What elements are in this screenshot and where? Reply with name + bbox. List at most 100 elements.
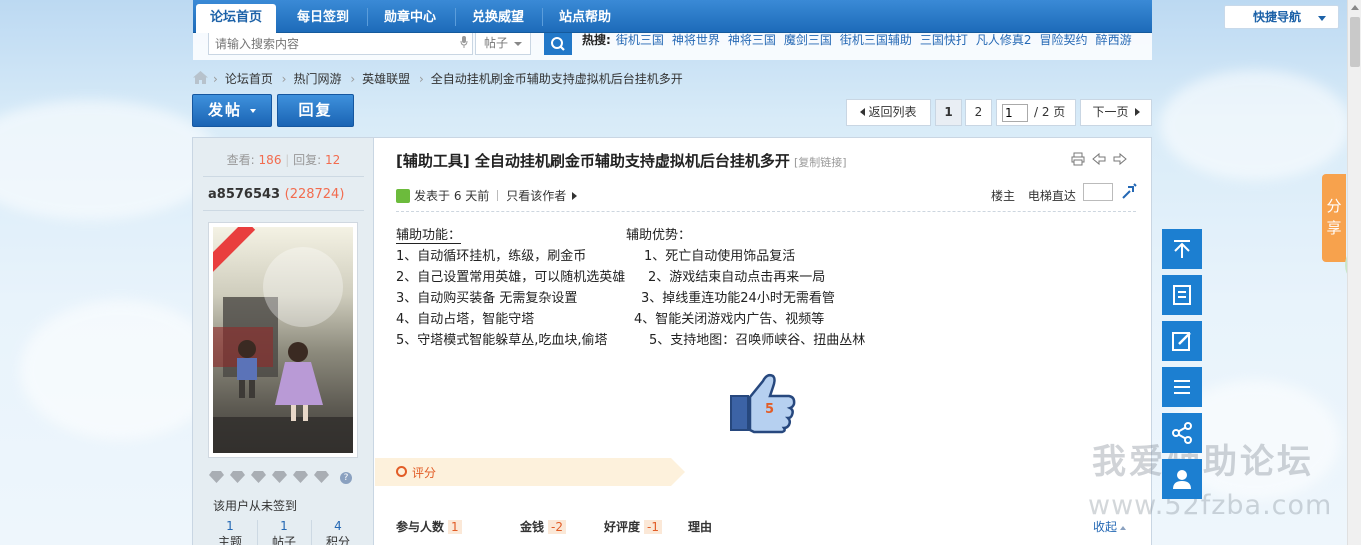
page-jump-input[interactable] xyxy=(1002,104,1028,122)
count-posts[interactable]: 1 帖子 xyxy=(257,518,311,545)
hot-word[interactable]: 神将三国 xyxy=(728,33,776,47)
print-icon[interactable] xyxy=(1071,152,1085,166)
help-icon[interactable]: ? xyxy=(340,472,352,484)
breadcrumb-current[interactable]: 全自动挂机刷金币辅助支持虚拟机后台挂机多开 xyxy=(431,72,683,86)
reply-button[interactable]: 回复 xyxy=(277,94,354,127)
back-to-top-button[interactable] xyxy=(1162,229,1202,269)
author-username[interactable]: a8576543 xyxy=(208,187,280,202)
scrollbar-thumb[interactable] xyxy=(1350,17,1360,67)
like-button[interactable]: 5 xyxy=(729,372,797,434)
scrollbar[interactable] xyxy=(1347,0,1361,545)
rating-participants-label: 参与人数 xyxy=(396,520,445,534)
rating-money-value: -2 xyxy=(548,520,566,534)
hot-word[interactable]: 三国快打 xyxy=(920,33,968,47)
search-input[interactable] xyxy=(208,33,473,55)
post-time: 发表于 6 天前 xyxy=(414,189,490,203)
hot-word[interactable]: 凡人修真2 xyxy=(976,33,1032,47)
count-posts-value: 1 xyxy=(280,519,288,533)
breadcrumb-hot-games[interactable]: 热门网游 xyxy=(293,72,341,86)
diamond-icon xyxy=(314,471,329,483)
chevron-down-icon xyxy=(1318,16,1326,21)
sidebar-divider xyxy=(203,176,364,177)
share-tab[interactable]: 分享 xyxy=(1322,174,1346,262)
author-sidebar: 查看: 186 | 回复: 12 a8576543 (228724) ? 该用户… xyxy=(193,138,374,545)
stats-divider: | xyxy=(285,153,290,167)
elevator-label: 电梯直达 xyxy=(1027,189,1076,203)
count-threads[interactable]: 1 主题 xyxy=(203,518,257,545)
count-points-label: 积分 xyxy=(325,535,350,545)
background-cloud xyxy=(1160,70,1350,180)
list-float-button[interactable] xyxy=(1162,367,1202,407)
avatar-image xyxy=(213,227,353,453)
meta-divider xyxy=(497,190,499,201)
hot-label: 热搜: xyxy=(582,33,611,47)
copy-link[interactable]: [复制链接] xyxy=(794,156,847,169)
hot-word[interactable]: 神将世界 xyxy=(672,33,720,47)
body-right-text: 4、智能关闭游戏内广告、视频等 xyxy=(634,312,825,327)
floor-nav: 楼主 电梯直达 xyxy=(991,183,1137,204)
search-type-select[interactable]: 帖子 xyxy=(475,33,531,55)
breadcrumb-separator: › xyxy=(281,72,287,86)
reply-label: 回复 xyxy=(298,101,333,119)
floor-jump-input[interactable] xyxy=(1083,183,1113,201)
diamond-icon xyxy=(251,471,266,483)
nav-divider xyxy=(542,8,543,26)
search-button[interactable] xyxy=(544,33,572,55)
signin-status: 该用户从未签到 xyxy=(213,499,298,513)
floor-label: 楼主 xyxy=(991,189,1016,203)
tab-daily-signin[interactable]: 每日签到 xyxy=(283,4,363,33)
hot-word[interactable]: 冒险契约 xyxy=(1040,33,1088,47)
hot-word[interactable]: 街机三国辅助 xyxy=(840,33,912,47)
rating-favor: 好评度 -1 xyxy=(604,518,662,535)
breadcrumb-forum-home[interactable]: 论坛首页 xyxy=(225,72,273,86)
scroll-up-arrow[interactable] xyxy=(1351,5,1359,10)
next-thread-icon[interactable] xyxy=(1113,152,1127,166)
share-float-button[interactable] xyxy=(1162,413,1202,453)
replies-label: 回复: xyxy=(293,153,322,167)
hot-word[interactable]: 魔剑三国 xyxy=(784,33,832,47)
rating-money-label: 金钱 xyxy=(520,520,545,534)
hot-word[interactable]: 街机三国 xyxy=(616,33,664,47)
user-float-button[interactable] xyxy=(1162,459,1202,499)
post-tools xyxy=(1071,152,1129,166)
page-1-button[interactable]: 1 xyxy=(935,99,962,126)
background-cloud xyxy=(20,300,220,440)
top-nav-bar: 论坛首页 每日签到 勋章中心 兑换威望 站点帮助 快捷导航 xyxy=(193,0,1339,33)
rating-favor-label: 好评度 xyxy=(604,520,641,534)
nav-divider xyxy=(455,8,456,26)
microphone-icon[interactable] xyxy=(460,36,468,48)
home-icon[interactable] xyxy=(193,71,208,84)
share-tab-label: 分享 xyxy=(1326,197,1342,237)
edit-float-button[interactable] xyxy=(1162,321,1202,361)
tab-forum-home[interactable]: 论坛首页 xyxy=(196,4,276,33)
body-row: 1、自动循环挂机，练级，刷金币 1、死亡自动使用饰品复活 xyxy=(396,246,795,267)
views-label: 查看: xyxy=(226,153,255,167)
reply-float-button[interactable] xyxy=(1162,275,1202,315)
jump-icon[interactable] xyxy=(1121,183,1137,199)
new-post-button[interactable]: 发帖 xyxy=(192,94,272,127)
back-to-top-icon xyxy=(1174,240,1190,258)
body-row: 5、守塔模式智能躲草丛,吃血块,偷塔 5、支持地图：召唤师峡谷、扭曲丛林 xyxy=(396,330,865,351)
tab-site-help[interactable]: 站点帮助 xyxy=(545,4,625,33)
breadcrumb-lol[interactable]: 英雄联盟 xyxy=(362,72,410,86)
count-points[interactable]: 4 积分 xyxy=(311,518,365,545)
rating-participants-value[interactable]: 1 xyxy=(448,520,462,534)
search-type-label: 帖子 xyxy=(484,36,509,50)
breadcrumb-separator: › xyxy=(350,72,356,86)
next-page-button[interactable]: 下一页 xyxy=(1080,99,1152,126)
author-name[interactable]: a8576543 (228724) xyxy=(208,187,344,202)
tab-exchange-prestige[interactable]: 兑换威望 xyxy=(458,4,538,33)
page-2-button[interactable]: 2 xyxy=(965,99,992,126)
tab-medal-center[interactable]: 勋章中心 xyxy=(370,4,450,33)
only-author-link[interactable]: 只看该作者 xyxy=(506,189,566,203)
quick-nav-button[interactable]: 快捷导航 xyxy=(1224,5,1339,29)
body-row: 3、自动购买装备 无需复杂设置 3、掉线重连功能24小时无需看管 xyxy=(396,288,835,309)
hot-searches: 热搜: 街机三国 神将世界 神将三国 魔剑三国 街机三国辅助 三国快打 凡人修真2 冒险契约 醉西… xyxy=(582,33,1140,47)
previous-thread-icon[interactable] xyxy=(1092,152,1106,166)
back-to-list-button[interactable]: 返回列表 xyxy=(846,99,931,126)
count-posts-label: 帖子 xyxy=(271,535,296,545)
avatar[interactable] xyxy=(208,222,358,458)
hot-word[interactable]: 醉西游 xyxy=(1096,33,1132,47)
breadcrumb-separator: › xyxy=(418,72,424,86)
new-post-label: 发帖 xyxy=(207,101,242,119)
